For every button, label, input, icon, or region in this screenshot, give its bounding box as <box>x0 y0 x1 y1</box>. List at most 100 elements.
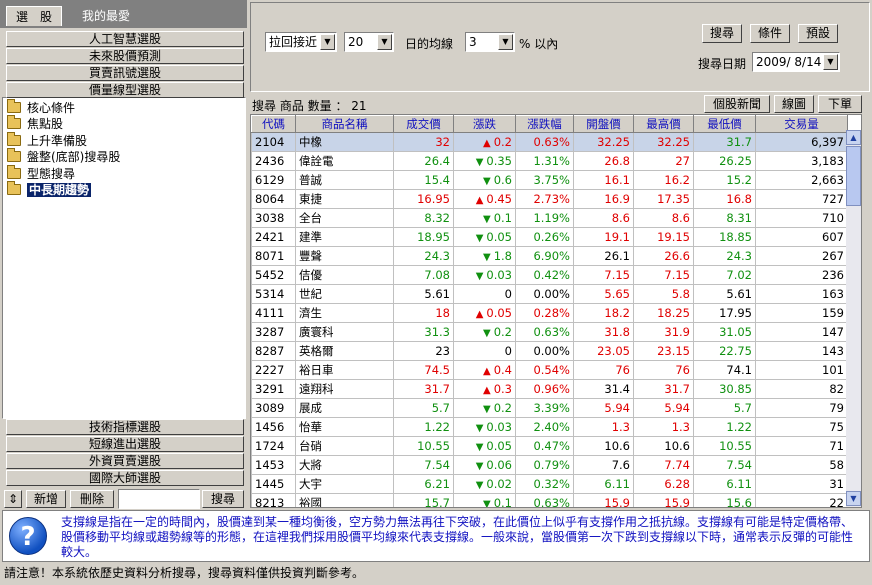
search-button[interactable]: 搜尋 <box>702 24 742 43</box>
column-header[interactable]: 最低價 <box>693 115 756 133</box>
cell-open: 76 <box>573 360 634 380</box>
stock-news-button[interactable]: 個股新聞 <box>704 95 770 113</box>
cell-change-pct: 0.32% <box>515 474 574 494</box>
search-date-select[interactable]: 2009/ 8/14 ▼ <box>752 52 840 72</box>
folder-icon <box>7 181 21 195</box>
tree-item[interactable]: 型態搜尋 <box>7 164 75 182</box>
column-header[interactable]: 交易量 <box>755 115 848 133</box>
table-row[interactable]: 3089展成5.70.23.39%5.945.945.779 <box>251 398 848 418</box>
table-row[interactable]: 4111濟生18 0.050.28%18.218.2517.95159 <box>251 303 848 323</box>
category-button[interactable]: 短線進出選股 <box>6 436 244 452</box>
cell-high: 76 <box>633 360 694 380</box>
scroll-down-icon[interactable]: ▼ <box>846 491 861 506</box>
period-select[interactable]: 20 ▼ <box>344 32 394 52</box>
result-label-text: 搜尋 商品 數量 ： <box>252 99 348 113</box>
percent-select[interactable]: 3 ▼ <box>465 32 515 52</box>
folder-icon <box>7 115 21 130</box>
condition-button[interactable]: 條件 <box>750 24 790 43</box>
cell-name: 全台 <box>295 208 394 228</box>
category-button[interactable]: 買賣訊號選股 <box>6 65 244 81</box>
cell-high: 31.9 <box>633 322 694 342</box>
category-button[interactable]: 國際大師選股 <box>6 470 244 486</box>
spin-icon[interactable]: ⇕ <box>4 490 22 508</box>
tree-item[interactable]: 核心條件 <box>7 99 75 116</box>
cell-name: 裕日車 <box>295 360 394 380</box>
table-row[interactable]: 3287廣寰科31.3 0.20.63%31.831.931.05147 <box>251 322 848 342</box>
search-input[interactable] <box>118 489 200 509</box>
column-header[interactable]: 最高價 <box>633 115 694 133</box>
chevron-down-icon[interactable]: ▼ <box>823 54 838 70</box>
cell-high: 5.94 <box>633 398 694 418</box>
cell-price: 26.4 <box>393 151 454 171</box>
tree-item-label: 焦點股 <box>27 117 64 132</box>
criteria-type-select[interactable]: 拉回接近 ▼ <box>265 32 337 52</box>
add-button[interactable]: 新增 <box>26 490 66 508</box>
column-header[interactable]: 成交價 <box>393 115 454 133</box>
tree-item[interactable]: 中長期趨勢 <box>7 181 92 198</box>
table-row[interactable]: 5314 世紀 5.61 0 0.00% 5.65 5.8 5.61 163 <box>251 284 848 304</box>
table-row[interactable]: 2436偉詮電26.4 0.351.31%26.82726.253,183 <box>251 151 848 171</box>
tab-stock-selection[interactable]: 選 股 <box>6 6 62 26</box>
default-button[interactable]: 預設 <box>798 24 838 43</box>
cell-change-pct: 1.19% <box>515 208 574 228</box>
tree-item[interactable]: 焦點股 <box>7 115 64 132</box>
scroll-up-icon[interactable]: ▲ <box>846 130 861 145</box>
table-row[interactable]: 6129普誠15.4 0.63.75%16.116.215.22,663 <box>251 170 848 190</box>
delete-button[interactable]: 刪除 <box>70 490 114 508</box>
table-row[interactable]: 1724台硝10.550.050.47%10.610.610.5571 <box>251 436 848 456</box>
category-button[interactable]: 價量線型選股 <box>6 82 244 98</box>
cell-name: 世紀 <box>295 284 394 304</box>
table-row[interactable]: 2421建準18.95 0.050.26%19.119.1518.85607 <box>251 227 848 247</box>
chevron-down-icon[interactable]: ▼ <box>320 34 335 50</box>
tab-favorites[interactable]: 我的最愛 <box>66 6 146 26</box>
cell-volume: 75 <box>755 417 848 437</box>
table-row[interactable]: 3291遠翔科31.70.30.96%31.431.730.8582 <box>251 379 848 399</box>
cell-name: 展成 <box>295 398 394 418</box>
tree-item-label: 盤整(底部)搜尋股 <box>27 150 121 165</box>
result-count: 21 <box>351 99 367 113</box>
column-header[interactable]: 漲跌幅 <box>515 115 574 133</box>
change-value: 0 <box>504 287 512 301</box>
cell-change: 0.06 <box>453 455 516 475</box>
chevron-down-icon[interactable]: ▼ <box>377 34 392 50</box>
cell-change: 0.6 <box>453 170 516 190</box>
chevron-down-icon[interactable]: ▼ <box>498 34 513 50</box>
line-chart-button[interactable]: 線圖 <box>774 95 814 113</box>
search-button-left[interactable]: 搜尋 <box>202 490 244 508</box>
tree-item[interactable]: 盤整(底部)搜尋股 <box>7 148 121 165</box>
cell-low: 30.85 <box>693 379 756 399</box>
cell-volume: 710 <box>755 208 848 228</box>
table-row[interactable]: 8287 英格爾 23 0 0.00% 23.05 23.15 22.75 143 <box>251 341 848 361</box>
table-row[interactable]: 3038全台8.320.11.19%8.68.68.31710 <box>251 208 848 228</box>
scroll-thumb[interactable] <box>846 146 861 206</box>
table-row[interactable]: 1453大將7.540.060.79%7.67.747.5458 <box>251 455 848 475</box>
table-row[interactable]: 8064東捷16.95 0.452.73%16.917.3516.8727 <box>251 189 848 209</box>
cell-volume: 6,397 <box>755 132 848 152</box>
table-row[interactable]: 5452佶優7.080.030.42%7.157.157.02236 <box>251 265 848 285</box>
table-header-row: 代碼 商品名稱 成交價 漲跌 漲跌幅 開盤價 最高價 最低價 交易量 <box>251 115 848 133</box>
table-row[interactable]: 8071豐聲24.31.86.90%26.126.624.3267 <box>251 246 848 266</box>
strategy-tree[interactable]: 核心條件 焦點股 上升準備股 盤整(底部)搜尋股 型態搜尋 中長期趨勢 <box>2 97 246 419</box>
vertical-scrollbar[interactable]: ▲ ▼ <box>846 130 861 507</box>
column-header[interactable]: 漲跌 <box>453 115 516 133</box>
table-row[interactable]: 8213裕國15.70.10.63%15.915.915.622 <box>251 493 848 507</box>
change-value: 0.2 <box>493 325 512 339</box>
category-button[interactable]: 技術指標選股 <box>6 419 244 435</box>
table-row[interactable]: 1456怡華1.220.032.40%1.31.31.2275 <box>251 417 848 437</box>
column-header[interactable]: 商品名稱 <box>295 115 394 133</box>
table-row[interactable]: 2104中橡320.20.63%32.2532.2531.76,397 <box>251 132 848 152</box>
cell-change-pct: 0.42% <box>515 265 574 285</box>
category-button[interactable]: 未來股價預測 <box>6 48 244 64</box>
cell-volume: 159 <box>755 303 848 323</box>
column-header[interactable]: 開盤價 <box>573 115 634 133</box>
order-button[interactable]: 下單 <box>818 95 862 113</box>
cell-name: 普誠 <box>295 170 394 190</box>
column-header[interactable]: 代碼 <box>251 115 296 133</box>
tree-item[interactable]: 上升準備股 <box>7 131 87 149</box>
table-row[interactable]: 1445大宇6.210.020.32%6.116.286.1131 <box>251 474 848 494</box>
table-row[interactable]: 2227裕日車74.50.40.54%767674.1101 <box>251 360 848 380</box>
arrow-down-icon <box>483 496 494 507</box>
category-button[interactable]: 人工智慧選股 <box>6 31 244 47</box>
category-button[interactable]: 外資買賣選股 <box>6 453 244 469</box>
cell-change-pct: 3.75% <box>515 170 574 190</box>
